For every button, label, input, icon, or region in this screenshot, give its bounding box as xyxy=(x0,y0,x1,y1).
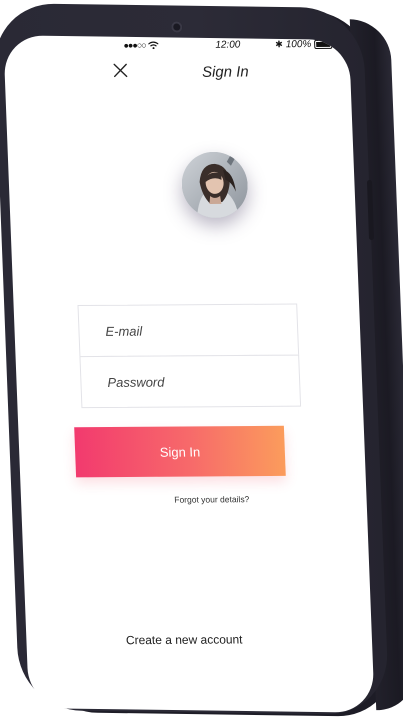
wifi-icon xyxy=(148,41,159,50)
email-field[interactable] xyxy=(77,303,300,358)
status-bar: ●●●○○ 12:00 ✱ 100% xyxy=(3,39,349,55)
email-input[interactable] xyxy=(78,304,299,357)
avatar xyxy=(180,151,249,219)
phone-screen: ●●●○○ 12:00 ✱ 100% Sign In E-mail Sign I… xyxy=(3,35,375,713)
forgot-details-link[interactable]: Forgot your details? xyxy=(21,493,367,505)
battery-icon xyxy=(314,39,333,49)
stage: ●●●○○ 12:00 ✱ 100% Sign In E-mail Sign I… xyxy=(0,0,403,721)
status-left: ●●●○○ xyxy=(123,40,159,50)
front-camera-icon xyxy=(171,21,183,33)
avatar-portrait-image xyxy=(180,151,249,219)
status-time: 12:00 xyxy=(215,39,241,51)
password-input[interactable] xyxy=(80,355,301,408)
password-field[interactable] xyxy=(79,354,302,409)
battery-percent: 100% xyxy=(285,39,312,51)
page-title: Sign In xyxy=(201,63,250,81)
create-account-link[interactable]: Create a new account xyxy=(26,631,372,647)
bluetooth-icon: ✱ xyxy=(275,39,283,50)
signal-icon: ●●●○○ xyxy=(123,40,146,51)
status-right: ✱ 100% xyxy=(275,39,333,51)
sign-in-button[interactable]: Sign In xyxy=(74,425,286,478)
screen-content: ●●●○○ 12:00 ✱ 100% Sign In E-mail Sign I… xyxy=(3,35,374,708)
